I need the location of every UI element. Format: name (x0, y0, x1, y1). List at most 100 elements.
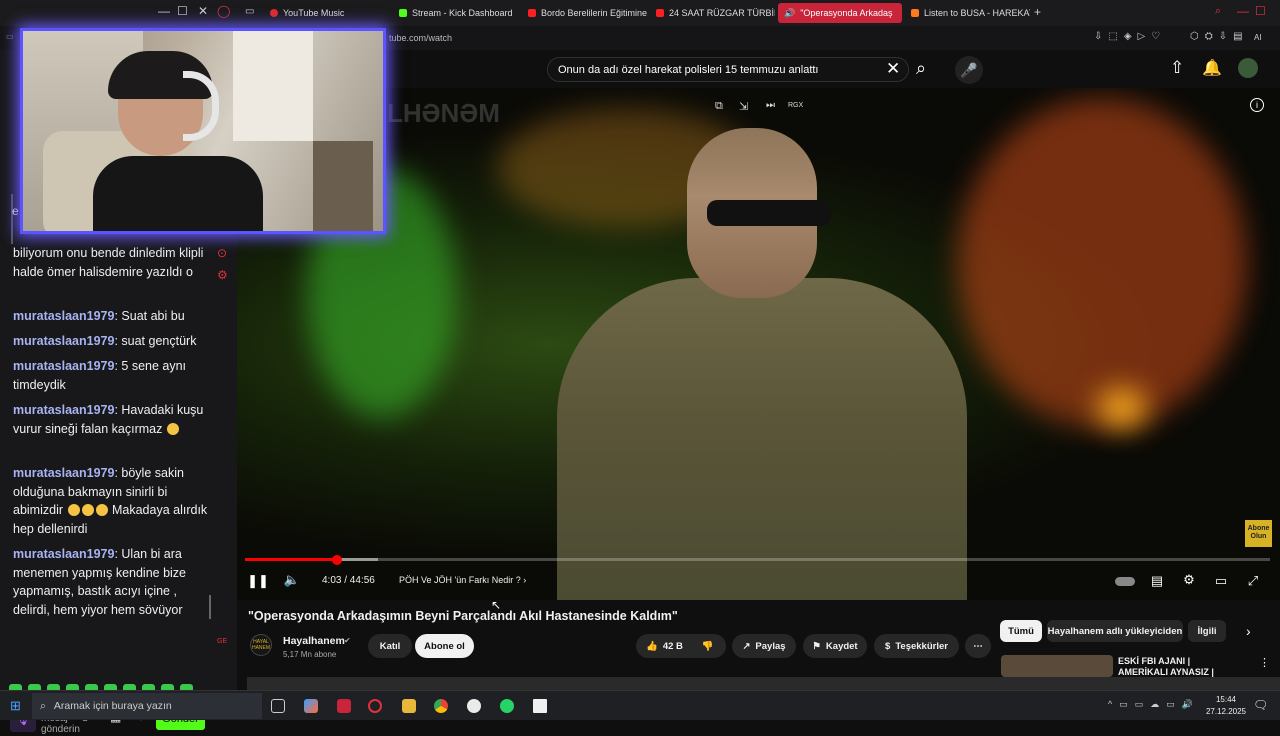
skip-icon[interactable]: ⏭ (766, 100, 775, 111)
chat-message: murataslaan1979: 5 sene aynı timdeydik (13, 357, 213, 394)
tab-ruzgar-turbini[interactable]: 24 SAAT RÜZGAR TÜRBİNİ (650, 3, 775, 23)
clock-date[interactable]: 27.12.2025 (1204, 707, 1248, 716)
theater-mode-icon[interactable]: ▭ (1213, 573, 1229, 589)
system-tray-icons[interactable]: ^▭▭☁▭🔊 (1108, 699, 1200, 710)
app-icon[interactable] (467, 699, 481, 713)
pip-icon[interactable]: ⇲ (739, 100, 748, 113)
subtitles-icon[interactable]: ▤ (1149, 573, 1165, 589)
channel-logo[interactable]: HAYAL HANEM (250, 634, 272, 656)
save-button[interactable]: ⚑ Kaydet (803, 634, 867, 658)
notifications-bell-icon[interactable]: 🔔 (1202, 58, 1222, 78)
notepad-icon[interactable] (533, 699, 547, 713)
recommended-menu-icon[interactable]: ⋮ (1259, 656, 1270, 669)
volume-icon[interactable]: 🔈 (284, 572, 300, 588)
chat-username[interactable]: murataslaan1979 (13, 403, 114, 417)
tab-kick-dashboard[interactable]: Stream - Kick Dashboard (393, 3, 518, 23)
chat-message: murataslaan1979: böyle sakin olduğuna ba… (13, 464, 213, 539)
tab-bordo-bereliler[interactable]: Bordo Berelilerin Eğitimine (522, 3, 647, 23)
toolbar-icons[interactable]: ⬡⛭⇩▤ (1190, 31, 1249, 42)
thanks-button[interactable]: $ Teşekkürler (874, 634, 959, 658)
chip-uploader[interactable]: Hayalhanem adlı yükleyiciden (1047, 620, 1183, 642)
search-input[interactable]: Onun da adı özel harekat polisleri 15 te… (547, 57, 909, 82)
settings-badge-icon[interactable]: ⚙ (217, 268, 228, 282)
maximize-icon[interactable]: ☐ (177, 4, 188, 18)
like-icon[interactable]: 👍 (646, 641, 658, 652)
extension-icons[interactable]: ⇩⬚◈▷♡ (1094, 31, 1166, 42)
sidebar-handle[interactable] (11, 194, 19, 244)
youtube-icon (656, 9, 664, 17)
chat-username[interactable]: murataslaan1979 (13, 309, 114, 323)
chrome-icon[interactable] (434, 699, 448, 713)
taskbar-search-box[interactable]: ⌕ Aramak için buraya yazın (32, 693, 262, 719)
pause-icon[interactable]: ❚❚ (247, 573, 269, 589)
copilot-icon[interactable] (304, 699, 318, 713)
laughing-emoji-icon (95, 504, 108, 517)
soundcloud-icon (911, 9, 919, 17)
chip-related[interactable]: İlgili (1188, 620, 1226, 642)
progress-bar[interactable] (245, 554, 1270, 565)
miniplayer-icon[interactable]: ⧉ (715, 100, 723, 113)
task-view-icon[interactable] (271, 699, 285, 713)
tab-label: Listen to BUSA - HAREKAT (924, 8, 1030, 18)
url-text[interactable]: tube.com/watch (389, 33, 452, 43)
chapter-button[interactable]: PÖH Ve JÖH 'ün Farkı Nedir ? › (399, 575, 526, 585)
video-player[interactable]: LHƏNƏM ⧉ ⇲ ⏭ RGX i (237, 88, 1280, 600)
chat-username[interactable]: murataslaan1979 (13, 466, 114, 480)
info-icon[interactable]: i (1250, 98, 1264, 112)
browser-tab-bar: — ☐ ✕ ◯ ▭ YouTube Music Stream - Kick Da… (0, 0, 1280, 26)
vpn-icon[interactable]: ▭ (6, 32, 14, 41)
search-tabs-icon[interactable]: ⌕ (1215, 5, 1221, 18)
chat-text: : suat gençtürk (114, 334, 197, 348)
notifications-icon[interactable]: 🗨 (1253, 698, 1268, 712)
upload-icon[interactable]: ⇧ (1170, 58, 1184, 78)
chat-scrollbar[interactable] (209, 595, 211, 619)
subscribe-button[interactable]: Abone ol (415, 634, 474, 658)
chat-username[interactable]: murataslaan1979 (13, 547, 114, 561)
app-icon[interactable] (337, 699, 351, 713)
minimize-icon[interactable]: — (1237, 4, 1249, 18)
join-button[interactable]: Katıl (368, 634, 412, 658)
tab-list-icon[interactable]: ▭ (245, 6, 254, 17)
windows-start-icon[interactable]: ⊞ (10, 698, 21, 714)
maximize-icon[interactable]: ☐ (1255, 4, 1266, 18)
ai-icon[interactable]: AI (1254, 33, 1262, 42)
share-button[interactable]: ↗ Paylaş (732, 634, 796, 658)
new-tab-icon[interactable]: + (1034, 5, 1041, 19)
overlay-label[interactable]: RGX (788, 102, 803, 109)
tab-youtube-music[interactable]: YouTube Music (264, 3, 389, 23)
opera-logo-icon[interactable]: ◯ (217, 4, 230, 18)
autoplay-toggle[interactable] (1115, 577, 1135, 586)
windows-taskbar: ⊞ ⌕ Aramak için buraya yazın ^▭▭☁▭🔊 15:4… (0, 690, 1280, 720)
tab-operasyonda[interactable]: 🔊 "Operasyonda Arkadaş (778, 3, 902, 23)
chip-all[interactable]: Tümü (1000, 620, 1042, 642)
chat-username[interactable]: murataslaan1979 (13, 359, 114, 373)
opera-icon[interactable] (368, 699, 382, 713)
chat-username[interactable]: murataslaan1979 (13, 334, 114, 348)
search-icon[interactable]: ⌕ (916, 58, 926, 79)
settings-gear-icon[interactable]: ⚙ (1181, 572, 1197, 588)
clock-time[interactable]: 15:44 (1204, 695, 1248, 704)
channel-name[interactable]: Hayalhanem (283, 635, 345, 647)
recommended-thumbnail[interactable] (1001, 655, 1113, 677)
fullscreen-icon[interactable]: ⤢ (1245, 573, 1261, 589)
whatsapp-icon[interactable] (500, 699, 514, 713)
avatar[interactable] (1238, 58, 1258, 78)
close-icon[interactable]: ✕ (198, 4, 208, 18)
minimize-icon[interactable]: — (158, 4, 170, 18)
like-count[interactable]: 42 B (663, 641, 683, 652)
chevron-right-icon[interactable]: › (1246, 623, 1251, 639)
file-explorer-icon[interactable] (402, 699, 416, 713)
clear-search-icon[interactable]: ✕ (886, 59, 900, 79)
progress-scrubber[interactable] (332, 554, 343, 565)
dislike-icon[interactable]: 👎 (702, 641, 714, 652)
tab-busa-harekat[interactable]: Listen to BUSA - HAREKAT (905, 3, 1030, 23)
voice-search-icon[interactable]: 🎤 (955, 56, 983, 84)
moderation-icon[interactable]: ⊙ (217, 246, 227, 260)
subscribe-watermark-badge[interactable]: Abone Olun (1245, 520, 1272, 547)
more-actions-icon[interactable]: ⋯ (965, 634, 991, 658)
chat-message: murataslaan1979: Havadaki kuşu vurur sin… (13, 401, 213, 438)
tab-label: Bordo Berelilerin Eğitimine (541, 8, 647, 18)
emote-overflow-icon[interactable]: GE (217, 638, 227, 645)
youtube-icon (528, 9, 536, 17)
recommended-title[interactable]: ESKİ FBI AJANI | AMERİKALI AYNASIZ | SAR… (1118, 656, 1242, 678)
